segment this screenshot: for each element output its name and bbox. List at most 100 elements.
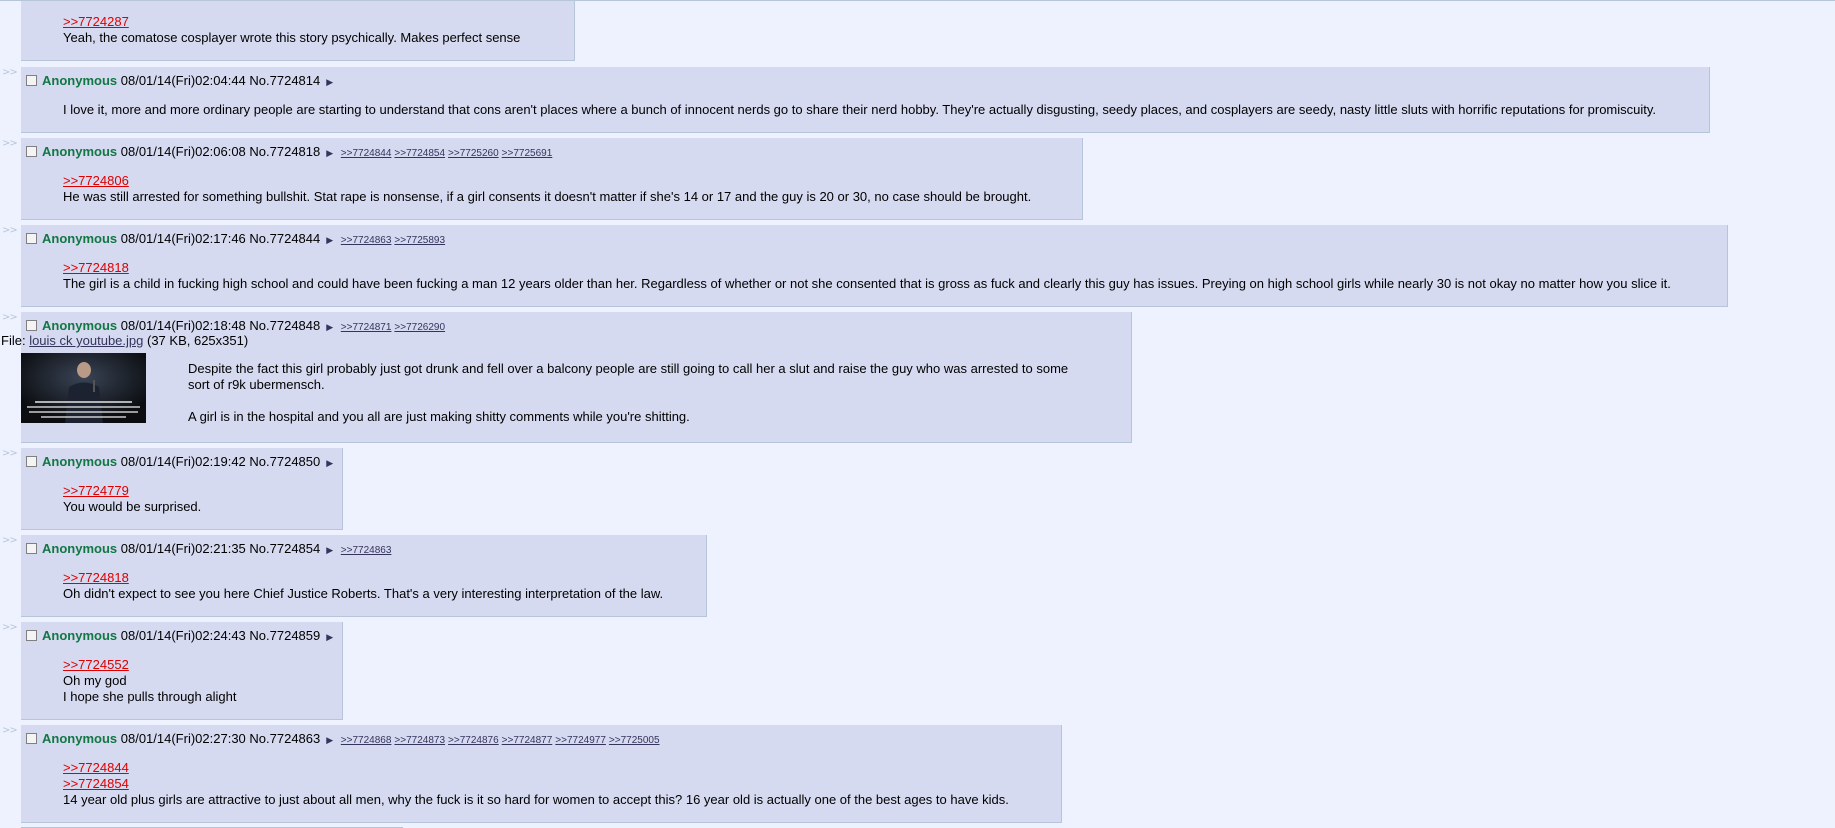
message-line: Despite the fact this girl probably just… [188, 361, 1069, 376]
message-line: Oh my god [63, 673, 127, 688]
post-message: >>7724552 Oh my god I hope she pulls thr… [63, 657, 236, 705]
post-header: Anonymous 08/01/14(Fri)02:06:08 No.77248… [26, 144, 555, 162]
post-checkbox[interactable] [26, 630, 37, 641]
post-date: 08/01/14(Fri)02:17:46 [120, 231, 246, 246]
post-menu-triangle-icon[interactable]: ▶ [326, 545, 333, 555]
post-date: 08/01/14(Fri)02:19:42 [120, 454, 246, 469]
backlink[interactable]: >>7725691 [502, 148, 553, 159]
quote-link[interactable]: >>7724818 [63, 260, 129, 275]
post-number[interactable]: No.7724818 [249, 144, 320, 159]
post-menu-triangle-icon[interactable]: ▶ [326, 735, 333, 745]
post-menu-triangle-icon[interactable]: ▶ [326, 322, 333, 332]
post-body: Anonymous 08/01/14(Fri)02:06:08 No.77248… [21, 138, 1083, 220]
post-message: >>7724844 >>7724854 14 year old plus gir… [63, 760, 1009, 808]
post-thumbnail[interactable] [21, 353, 146, 423]
file-name-link[interactable]: louis ck youtube.jpg [29, 333, 143, 348]
backlink[interactable]: >>7724877 [502, 735, 553, 746]
file-info: File: louis ck youtube.jpg (37 KB, 625x3… [1, 333, 248, 348]
backlink[interactable]: >>7726290 [394, 322, 445, 333]
backlink[interactable]: >>7724863 [341, 545, 392, 556]
backlink[interactable]: >>7724977 [555, 735, 606, 746]
poster-name: Anonymous [42, 318, 118, 333]
poster-name: Anonymous [42, 144, 118, 159]
backlink[interactable]: >>7724873 [394, 735, 445, 746]
quote-link[interactable]: >>7724818 [63, 570, 129, 585]
poster-name: Anonymous [42, 541, 118, 556]
message-line: 14 year old plus girls are attractive to… [63, 792, 1009, 807]
post-arrow: >> [2, 535, 18, 546]
post-checkbox[interactable] [26, 320, 37, 331]
message-line: Oh didn't expect to see you here Chief J… [63, 586, 664, 601]
file-label: File: [1, 333, 26, 348]
post-menu-triangle-icon[interactable]: ▶ [326, 148, 333, 158]
post-header: Anonymous 08/01/14(Fri)02:24:43 No.77248… [26, 628, 337, 645]
post-number[interactable]: No.7724814 [249, 73, 320, 88]
post-arrow: >> [2, 67, 18, 78]
backlink[interactable]: >>7725893 [394, 235, 445, 246]
post-number[interactable]: No.7724844 [249, 231, 320, 246]
poster-name: Anonymous [42, 628, 118, 643]
backlink[interactable]: >>7724854 [394, 148, 445, 159]
message-line: You would be surprised. [63, 499, 202, 514]
quote-link[interactable]: >>7724287 [63, 14, 129, 29]
backlink[interactable]: >>7725260 [448, 148, 499, 159]
post-number[interactable]: No.7724854 [249, 541, 320, 556]
backlink[interactable]: >>7724863 [341, 235, 392, 246]
file-meta: (37 KB, 625x351) [147, 333, 249, 348]
quote-link[interactable]: >>7724844 [63, 760, 129, 775]
backlink[interactable]: >>7725005 [609, 735, 660, 746]
post-number[interactable]: No.7724863 [249, 731, 320, 746]
backlink[interactable]: >>7724871 [341, 322, 392, 333]
post-checkbox[interactable] [26, 75, 37, 86]
backlink[interactable]: >>7724876 [448, 735, 499, 746]
post-number[interactable]: No.7724850 [249, 454, 320, 469]
post-menu-triangle-icon[interactable]: ▶ [326, 458, 333, 468]
message-line: Yeah, the comatose cosplayer wrote this … [63, 30, 521, 45]
post-checkbox[interactable] [26, 233, 37, 244]
post-header: Anonymous 08/01/14(Fri)02:04:44 No.77248… [26, 73, 337, 90]
post-message: >>7724806 He was still arrested for some… [63, 173, 1031, 205]
post-date: 08/01/14(Fri)02:06:08 [120, 144, 246, 159]
backlink[interactable]: >>7724868 [341, 735, 392, 746]
poster-name: Anonymous [42, 454, 118, 469]
post-message: >>7724818 Oh didn't expect to see you he… [63, 570, 663, 602]
post-body: >>7724287 Yeah, the comatose cosplayer w… [21, 1, 575, 61]
post-menu-triangle-icon[interactable]: ▶ [326, 632, 333, 642]
post-checkbox[interactable] [26, 146, 37, 157]
post-checkbox[interactable] [26, 456, 37, 467]
post-header: Anonymous 08/01/14(Fri)02:17:46 No.77248… [26, 231, 448, 249]
post-arrow: >> [2, 725, 18, 736]
post-date: 08/01/14(Fri)02:21:35 [120, 541, 246, 556]
post-body: Anonymous 08/01/14(Fri)02:24:43 No.77248… [21, 622, 343, 720]
quote-link[interactable]: >>7724854 [63, 776, 129, 791]
post-number[interactable]: No.7724859 [249, 628, 320, 643]
post-menu-triangle-icon[interactable]: ▶ [326, 77, 333, 87]
thumbnail-image [21, 353, 146, 423]
post-date: 08/01/14(Fri)02:24:43 [120, 628, 246, 643]
post-arrow: >> [2, 225, 18, 236]
post-message: >>7724287 Yeah, the comatose cosplayer w… [63, 14, 520, 46]
post-header: Anonymous 08/01/14(Fri)02:19:42 No.77248… [26, 454, 337, 471]
post-checkbox[interactable] [26, 733, 37, 744]
message-line: sort of r9k ubermensch. [188, 377, 325, 392]
post-body: Anonymous 08/01/14(Fri)02:04:44 No.77248… [21, 67, 1710, 133]
quote-link[interactable]: >>7724806 [63, 173, 129, 188]
poster-name: Anonymous [42, 731, 118, 746]
post-arrow: >> [2, 138, 18, 149]
poster-name: Anonymous [42, 231, 118, 246]
post-body: Anonymous 08/01/14(Fri)02:17:46 No.77248… [21, 225, 1728, 307]
post-number[interactable]: No.7724848 [249, 318, 320, 333]
quote-link[interactable]: >>7724552 [63, 657, 129, 672]
thread-page: >>7724287 Yeah, the comatose cosplayer w… [0, 0, 1835, 828]
backlink[interactable]: >>7724844 [341, 148, 392, 159]
post-arrow: >> [2, 312, 18, 323]
post-date: 08/01/14(Fri)02:04:44 [120, 73, 246, 88]
post-header: Anonymous 08/01/14(Fri)02:27:30 No.77248… [26, 731, 663, 749]
poster-name: Anonymous [42, 73, 118, 88]
post-menu-triangle-icon[interactable]: ▶ [326, 235, 333, 245]
post-checkbox[interactable] [26, 543, 37, 554]
post-arrow: >> [2, 448, 18, 459]
quote-link[interactable]: >>7724779 [63, 483, 129, 498]
post-body: Anonymous 08/01/14(Fri)02:27:30 No.77248… [21, 725, 1062, 823]
